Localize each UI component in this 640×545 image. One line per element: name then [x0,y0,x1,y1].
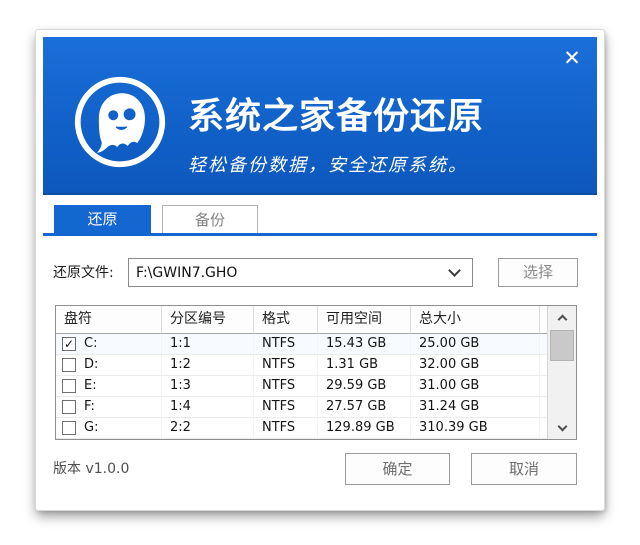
app-title: 系统之家备份还原 [188,87,484,139]
table-cell-free[interactable]: 1.31 GB [318,355,411,376]
checkbox-drive-d[interactable] [62,358,76,372]
tab-underline [43,233,597,236]
drive-label: E: [84,376,97,396]
scrollbar-thumb[interactable] [550,330,574,361]
select-file-button[interactable]: 选择 [498,258,578,287]
table-row-drive-cell[interactable]: E: [56,376,162,397]
restore-file-combobox[interactable]: F:\GWIN7.GHO [128,258,473,287]
tab-strip: 还原 备份 [43,205,597,236]
checkbox-drive-f[interactable] [62,400,76,414]
column-header-format[interactable]: 格式 [254,306,318,334]
app-subtitle: 轻松备份数据，安全还原系统。 [188,151,484,177]
table-cell-free[interactable]: 29.59 GB [318,376,411,397]
scroll-down-button[interactable] [548,417,576,439]
column-header-free-space[interactable]: 可用空间 [318,306,411,334]
scroll-up-button[interactable] [548,306,576,328]
table-cell-format[interactable]: NTFS [254,355,318,376]
column-header-total-size[interactable]: 总大小 [411,306,540,334]
table-cell-total[interactable]: 31.24 GB [411,397,540,418]
column-header-partition[interactable]: 分区编号 [162,306,254,334]
cancel-button[interactable]: 取消 [471,453,577,485]
version-label: 版本 v1.0.0 [53,453,129,485]
table-cell-partition[interactable]: 1:1 [162,334,254,355]
table-cell-format[interactable]: NTFS [254,418,318,439]
table-cell-free[interactable]: 27.57 GB [318,397,411,418]
checkbox-drive-e[interactable] [62,379,76,393]
ok-button[interactable]: 确定 [345,453,450,485]
table-cell-partition[interactable]: 1:4 [162,397,254,418]
drive-label: G: [84,418,98,438]
table-cell-partition[interactable]: 1:3 [162,376,254,397]
close-button[interactable]: ✕ [557,43,587,73]
table-row-drive-cell[interactable]: G: [56,418,162,439]
table-cell-free[interactable]: 15.43 GB [318,334,411,355]
vertical-scrollbar[interactable] [547,306,576,439]
table-row-drive-cell[interactable]: ✓ C: [56,334,162,355]
restore-file-value[interactable]: F:\GWIN7.GHO [129,265,450,281]
drive-label: C: [84,334,97,354]
chevron-down-icon [557,422,567,432]
table-row-drive-cell[interactable]: F: [56,397,162,418]
drive-label: F: [84,397,95,417]
chevron-down-icon[interactable] [448,264,461,277]
restore-file-row: 还原文件: F:\GWIN7.GHO 选择 [43,258,597,288]
table-cell-free[interactable]: 129.89 GB [318,418,411,439]
restore-file-label: 还原文件: [53,258,114,288]
drive-label: D: [84,355,98,375]
app-window: ✕ 系统之家备份还原 轻松备份数据，安全还原系统。 还原 备份 还原文件: [36,30,604,510]
table-cell-total[interactable]: 32.00 GB [411,355,540,376]
table-cell-total[interactable]: 25.00 GB [411,334,540,355]
ghost-logo-icon [72,74,168,170]
table-cell-total[interactable]: 310.39 GB [411,418,540,439]
table-row-drive-cell[interactable]: D: [56,355,162,376]
chevron-up-icon [557,314,567,324]
column-header-drive[interactable]: 盘符 [56,306,162,334]
table-cell-format[interactable]: NTFS [254,334,318,355]
table-cell-format[interactable]: NTFS [254,376,318,397]
partition-table: 盘符 分区编号 格式 可用空间 总大小 ✓ C: 1:1 NTFS 15.43 … [55,305,577,440]
table-cell-partition[interactable]: 1:2 [162,355,254,376]
header-banner: ✕ 系统之家备份还原 轻松备份数据，安全还原系统。 [43,37,597,195]
tab-restore[interactable]: 还原 [54,205,151,233]
tab-backup[interactable]: 备份 [162,205,258,233]
table-cell-format[interactable]: NTFS [254,397,318,418]
table-cell-partition[interactable]: 2:2 [162,418,254,439]
checkbox-drive-c[interactable]: ✓ [62,337,76,351]
checkbox-drive-g[interactable] [62,421,76,435]
table-cell-total[interactable]: 31.00 GB [411,376,540,397]
